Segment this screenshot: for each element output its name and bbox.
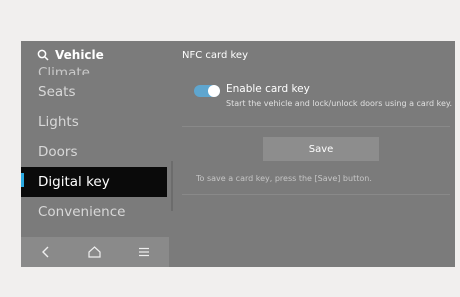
sidebar-item-label: Digital key [38,174,110,190]
toggle-label: Enable card key [226,83,310,95]
home-icon [88,246,102,258]
sidebar-item-climate[interactable]: Climate [21,57,169,75]
vehicle-settings-screen: Vehicle Climate Seats Lights Doors Digit… [21,41,455,267]
nfc-card-key-panel: NFC card key Enable card key Start the v… [174,41,455,267]
sidebar-item-seats[interactable]: Seats [21,77,169,107]
toggle-knob [208,85,220,97]
divider [182,194,450,195]
save-hint-text: To save a card key, press the [Save] but… [196,174,372,183]
sidebar-item-convenience[interactable]: Convenience [21,197,169,227]
toggle-description: Start the vehicle and lock/unlock doors … [226,99,453,108]
divider [182,126,450,127]
sidebar-item-label: Lights [38,114,79,130]
sidebar-item-digital-key[interactable]: Digital key [21,167,167,197]
save-button[interactable]: Save [263,137,379,161]
menu-button[interactable] [124,237,164,267]
sidebar-scrollbar[interactable] [171,161,173,211]
back-icon [41,246,49,258]
sidebar-item-doors[interactable]: Doors [21,137,169,167]
back-button[interactable] [26,237,66,267]
home-button[interactable] [75,237,115,267]
menu-icon [139,247,150,257]
sidebar: Vehicle Climate Seats Lights Doors Digit… [21,41,169,267]
enable-card-key-toggle[interactable] [194,85,220,97]
sidebar-item-label: Climate [38,65,90,75]
sidebar-item-label: Doors [38,144,78,160]
sidebar-item-label: Seats [38,84,76,100]
sidebar-item-lights[interactable]: Lights [21,107,169,137]
page-title: NFC card key [182,50,248,61]
sidebar-item-label: Convenience [38,204,126,220]
bottom-nav-bar [21,237,169,267]
